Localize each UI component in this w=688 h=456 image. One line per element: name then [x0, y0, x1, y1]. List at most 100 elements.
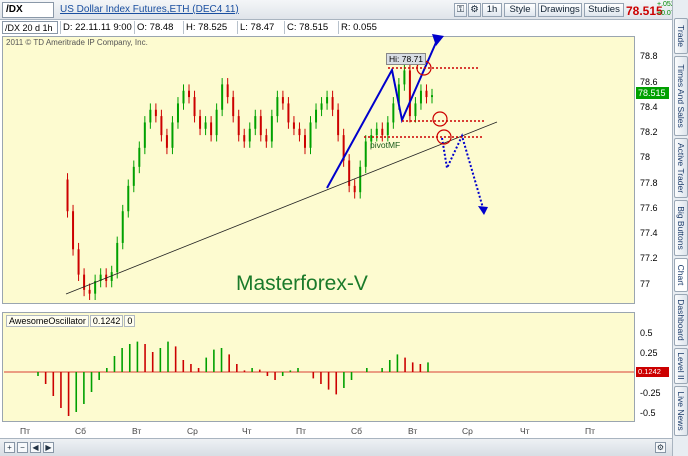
candle-body: [375, 128, 378, 136]
oscillator-header[interactable]: AwesomeOscillator 0.1242 0: [6, 315, 136, 327]
candle-body: [154, 109, 157, 117]
tab-times-and-sales[interactable]: Times And Sales: [674, 56, 688, 136]
candle-body: [243, 135, 246, 142]
candle-body: [320, 103, 323, 110]
candle-body: [204, 122, 207, 129]
candle-body: [77, 249, 80, 275]
candle-body: [248, 128, 251, 142]
ao-y-tick: -0.25: [640, 388, 661, 398]
candle-body: [414, 103, 417, 117]
candle-body: [270, 116, 273, 142]
candle-body: [386, 122, 389, 136]
candle-body: [210, 122, 213, 136]
gear-icon[interactable]: ⚙: [468, 3, 481, 17]
x-tick: Сб: [75, 426, 87, 436]
arrow-up-icon: [432, 34, 444, 46]
chart-toolbar: /DX US Dollar Index Futures,ETH (DEC4 11…: [0, 0, 681, 20]
y-tick: 77.6: [640, 203, 658, 213]
x-tick: Пт: [20, 426, 31, 436]
chart-symbol-label[interactable]: /DX 20 d 1h: [2, 21, 58, 34]
scroll-right-icon[interactable]: ▶: [43, 442, 54, 453]
tab-dashboard[interactable]: Dashboard: [674, 294, 688, 346]
tab-live-news[interactable]: Live News: [674, 386, 688, 436]
candle-body: [425, 90, 428, 98]
tab-level-ii[interactable]: Level II: [674, 348, 688, 384]
candle-body: [171, 122, 174, 148]
candle-body: [259, 116, 262, 136]
x-tick: Вт: [408, 426, 418, 436]
candle-body: [182, 90, 185, 104]
ao-y-tick: 0.25: [640, 348, 658, 358]
timeframe-button[interactable]: 1h: [482, 3, 502, 17]
oscillator-name[interactable]: AwesomeOscillator: [6, 315, 89, 327]
drawings-button[interactable]: Drawings: [538, 3, 582, 17]
pivot-label: pivotMF: [370, 140, 401, 150]
side-tab-strip: Trade Times And Sales Active Trader Big …: [672, 0, 688, 456]
candle-body: [419, 90, 422, 104]
candle-body: [121, 211, 124, 243]
projection-path: [441, 133, 484, 209]
candle-body: [215, 109, 218, 136]
candle-body: [165, 135, 168, 148]
tab-label: Times And Sales: [676, 64, 686, 128]
x-tick: Ср: [187, 426, 198, 436]
candle-body: [353, 185, 356, 193]
tab-active-trader[interactable]: Active Trader: [674, 138, 688, 198]
candle-body: [281, 97, 284, 104]
bar-range: R: 0.055: [338, 21, 377, 34]
ohlc-infobar: /DX 20 d 1h D: 22.11.11 9:00 O: 78.48 H:…: [2, 21, 637, 35]
instrument-title-link[interactable]: US Dollar Index Futures,ETH (DEC4 11): [60, 4, 239, 15]
candle-body: [88, 289, 91, 294]
candle-body: [381, 128, 384, 136]
candle-body: [83, 274, 86, 290]
candle-body: [176, 103, 179, 123]
x-tick: Чт: [242, 426, 252, 436]
lock-icon[interactable]: ⚿: [454, 3, 467, 17]
candle-body: [276, 97, 279, 117]
candle-body: [337, 109, 340, 136]
style-button[interactable]: Style: [504, 3, 536, 17]
bar-high: H: 78.525: [183, 21, 227, 34]
y-tick: 77: [640, 279, 651, 289]
candle-body: [226, 84, 229, 98]
tab-big-buttons[interactable]: Big Buttons: [674, 200, 688, 256]
studies-button[interactable]: Studies: [584, 3, 624, 17]
candle-body: [392, 103, 395, 123]
candle-body: [326, 97, 329, 104]
candle-body: [403, 70, 406, 85]
tab-chart[interactable]: Chart: [674, 258, 688, 292]
tab-trade[interactable]: Trade: [674, 18, 688, 54]
bar-low: L: 78.47: [237, 21, 274, 34]
candle-body: [408, 70, 411, 117]
settings-icon[interactable]: ⚙: [655, 442, 666, 453]
x-tick: Чт: [520, 426, 530, 436]
watermark-text: Masterforex-V: [236, 272, 368, 295]
chart-navigation-bar: + − ◀ ▶ ⚙: [0, 438, 672, 456]
candle-body: [348, 160, 351, 186]
candle-body: [160, 116, 163, 136]
scroll-left-icon[interactable]: ◀: [30, 442, 41, 453]
candle-body: [188, 90, 191, 98]
tab-label: Level II: [676, 352, 686, 380]
tab-label: Chart: [676, 264, 686, 286]
candle-body: [303, 135, 306, 148]
x-tick: Пт: [585, 426, 596, 436]
symbol-input[interactable]: /DX: [2, 2, 54, 18]
high-label: Hi: 78.71: [386, 53, 427, 65]
y-tick: 78.4: [640, 102, 658, 112]
current-price-tag: 78.515: [636, 87, 669, 99]
zoom-in-icon[interactable]: +: [4, 442, 15, 453]
tab-label: Trade: [676, 25, 686, 47]
candle-body: [199, 116, 202, 129]
candle-body: [309, 122, 312, 148]
candle-body: [254, 116, 257, 129]
arrow-down-icon: [478, 206, 488, 215]
zoom-out-icon[interactable]: −: [17, 442, 28, 453]
tab-label: Active Trader: [676, 142, 686, 194]
candle-body: [66, 179, 69, 212]
ao-y-tick: 0.5: [640, 328, 653, 338]
candle-body: [110, 272, 113, 281]
y-tick: 78.2: [640, 127, 658, 137]
oscillator-param: 0: [124, 315, 136, 327]
y-tick: 78.8: [640, 51, 658, 61]
